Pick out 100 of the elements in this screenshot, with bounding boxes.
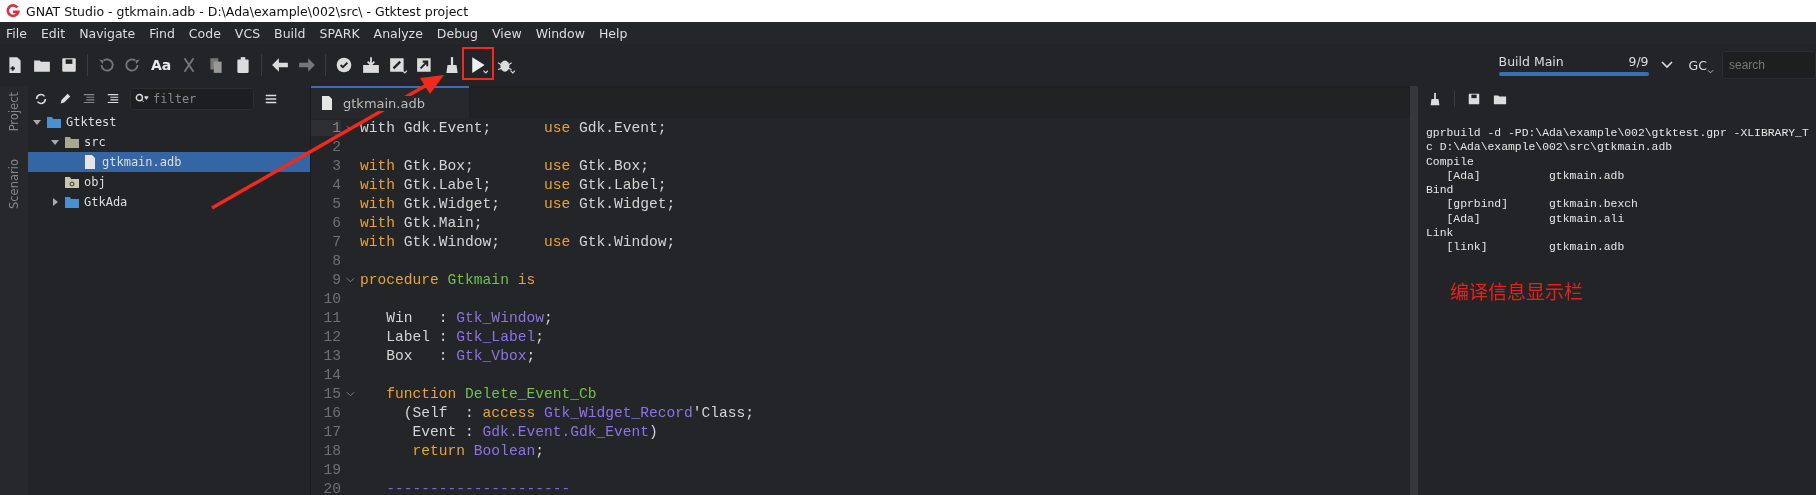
menu-item[interactable]: Help xyxy=(598,25,628,41)
code-line: with Gdk.Event; use Gdk.Event; xyxy=(359,119,667,136)
line-number: 2 xyxy=(331,138,341,155)
broom-icon[interactable] xyxy=(1428,92,1442,106)
line-number: 15 xyxy=(322,385,341,402)
line-number: 13 xyxy=(322,347,341,364)
file-icon xyxy=(319,95,335,111)
tree-item[interactable]: GtkAda xyxy=(28,192,310,212)
run-icon[interactable] xyxy=(470,56,489,74)
menu-item[interactable]: File xyxy=(6,25,27,41)
menu-item[interactable]: VCS xyxy=(234,25,261,41)
build-count: 9/9 xyxy=(1628,54,1649,69)
line-number: 18 xyxy=(322,442,341,459)
expander-icon[interactable] xyxy=(50,137,60,147)
code-line: with Gtk.Label; use Gtk.Label; xyxy=(359,176,667,193)
folder-icon xyxy=(46,114,62,130)
line-number: 16 xyxy=(322,404,341,421)
line-number: 11 xyxy=(322,309,341,326)
menu-item[interactable]: Debug xyxy=(436,25,478,41)
install-box-icon[interactable] xyxy=(362,56,381,74)
output-line: [link] gtkmain.adb xyxy=(1445,240,1626,255)
highlight-box xyxy=(462,47,495,80)
code-line: --------------------- xyxy=(385,480,571,495)
line-number: 7 xyxy=(331,233,341,250)
code-line: Event : Gdk.Event.Gdk_Event) xyxy=(411,423,658,440)
menu-item[interactable]: Code xyxy=(188,25,221,41)
chevron-down-icon[interactable] xyxy=(1660,61,1673,69)
refresh-icon[interactable] xyxy=(34,92,48,106)
output-line: [Ada] gtkmain.ali xyxy=(1445,211,1626,227)
side-tab[interactable]: Project xyxy=(7,92,21,132)
output-line: c D:\Ada\example\002\src\gtkmain.adb xyxy=(1426,140,1674,155)
code-line: (Self : access Gtk_Widget_Record'Class; xyxy=(402,404,755,421)
new-file-icon[interactable] xyxy=(6,56,24,74)
line-number: 12 xyxy=(322,328,341,345)
menu-icon[interactable] xyxy=(264,92,278,106)
folder-icon xyxy=(64,174,80,190)
folder-icon xyxy=(64,134,80,150)
menu-item[interactable]: SPARK xyxy=(319,25,360,41)
file-icon xyxy=(82,154,98,170)
line-number: 8 xyxy=(331,252,341,269)
line-number: 5 xyxy=(331,195,341,212)
window-title: GNAT Studio - gtkmain.adb - D:\Ada\example\002\src\ - Gtktest project xyxy=(26,3,469,19)
forward-arrow-icon[interactable] xyxy=(298,56,317,74)
tree-item[interactable]: obj xyxy=(28,172,310,192)
menu-item[interactable]: Navigate xyxy=(79,25,136,41)
check-gear-icon[interactable] xyxy=(335,56,354,74)
fold-icon[interactable] xyxy=(345,390,355,397)
expander-icon[interactable] xyxy=(32,117,42,127)
menu-item[interactable]: Analyze xyxy=(373,25,423,41)
line-number: 9 xyxy=(331,271,341,288)
code-line: with Gtk.Main; xyxy=(359,214,483,231)
back-arrow-icon[interactable] xyxy=(271,56,290,74)
code-line: return Boolean; xyxy=(411,442,544,459)
output-line: Bind xyxy=(1426,183,1455,198)
line-number: 17 xyxy=(322,423,341,440)
menu-item[interactable]: View xyxy=(491,25,522,41)
fold-icon[interactable] xyxy=(345,276,355,283)
redo-icon[interactable] xyxy=(124,56,142,74)
tree-item[interactable]: src xyxy=(28,132,310,152)
output-line: Compile xyxy=(1426,154,1475,169)
menu-item[interactable]: Window xyxy=(535,25,585,41)
editor-tab[interactable]: gtkmain.adb xyxy=(311,86,469,118)
output-line: Link xyxy=(1426,226,1455,241)
tree-item[interactable]: gtkmain.adb xyxy=(28,152,310,172)
code-line: function Delete_Event_Cb xyxy=(385,385,597,402)
caret-icon xyxy=(1707,68,1714,74)
output-line: [Ada] gtkmain.adb xyxy=(1445,168,1626,184)
line-number: 19 xyxy=(322,461,341,478)
build-icon[interactable] xyxy=(389,56,408,74)
line-number: 6 xyxy=(331,214,341,231)
save-icon[interactable] xyxy=(60,56,78,74)
folder-icon xyxy=(64,194,80,210)
pencil-icon[interactable] xyxy=(58,92,72,106)
code-line: with Gtk.Window; use Gtk.Window; xyxy=(359,233,676,250)
line-number: 20 xyxy=(322,480,341,495)
save-icon[interactable] xyxy=(1467,92,1481,106)
line-number: 10 xyxy=(322,290,341,307)
collapse-list-icon[interactable] xyxy=(82,92,96,106)
font-button[interactable]: Aa xyxy=(151,57,172,73)
list-icon[interactable] xyxy=(106,92,120,106)
search-icon[interactable] xyxy=(135,93,149,104)
menu-item[interactable]: Find xyxy=(149,25,175,41)
line-number: 14 xyxy=(322,366,341,383)
code-line: procedure Gtkmain is xyxy=(359,271,536,288)
code-line: Box : Gtk_Vbox; xyxy=(385,347,536,364)
search-field[interactable]: search xyxy=(1722,51,1816,79)
menu-item[interactable]: Build xyxy=(274,25,306,41)
menu-item[interactable]: Edit xyxy=(40,25,66,41)
output-line: gprbuild -d -PD:\Ada\example\002\gtktest.gpr -XLIBRARY_T xyxy=(1426,126,1810,141)
line-number: 4 xyxy=(331,176,341,193)
code-line: with Gtk.Widget; use Gtk.Widget; xyxy=(359,195,676,212)
gc-button[interactable]: GC xyxy=(1688,57,1707,73)
undo-icon[interactable] xyxy=(97,56,115,74)
expander-icon[interactable] xyxy=(50,197,60,207)
side-tab[interactable]: Scenario xyxy=(7,159,21,210)
tree-item[interactable]: Gtktest xyxy=(28,112,310,132)
build-status-label: Build Main xyxy=(1498,54,1564,69)
line-number: 1 xyxy=(311,119,341,136)
app-logo-icon xyxy=(6,4,20,18)
filter-field[interactable]: filter xyxy=(130,88,254,110)
